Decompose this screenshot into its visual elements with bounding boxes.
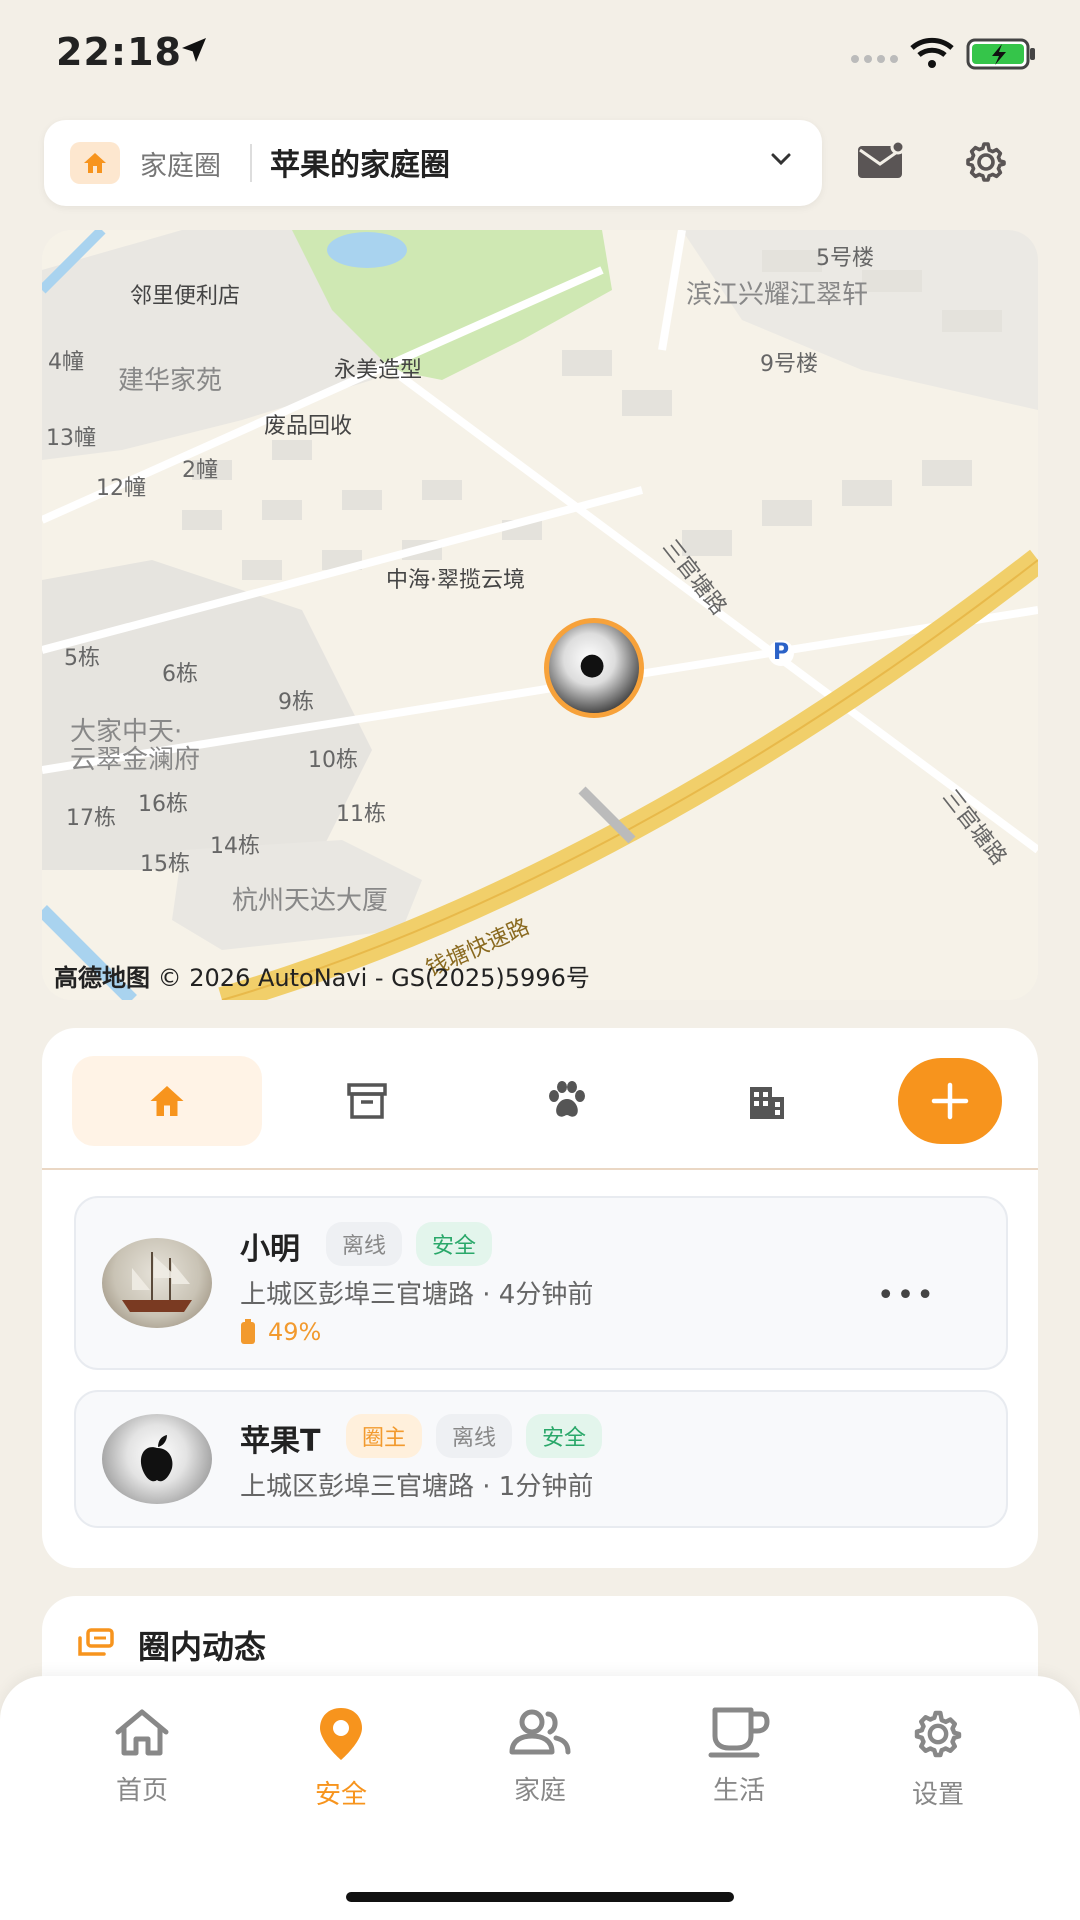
map-label-building: 13幢 xyxy=(46,426,96,451)
member-card[interactable]: 苹果T 圈主 离线 安全 上城区彭埠三官塘路 · 1分钟前 xyxy=(74,1390,1008,1528)
member-name: 苹果T xyxy=(240,1424,321,1459)
nav-label: 设置 xyxy=(911,1780,964,1810)
tab-archive[interactable] xyxy=(272,1056,462,1146)
bottom-nav: 首页 安全 家庭 生活 设置 xyxy=(0,1676,1080,1920)
status-badge: 离线 xyxy=(436,1414,513,1458)
nav-item-life[interactable]: 生活 xyxy=(669,1706,809,1807)
gear-icon xyxy=(914,1710,962,1758)
layers-icon xyxy=(78,1628,114,1656)
map-label-building: 11栋 xyxy=(336,802,386,827)
divider xyxy=(250,144,252,182)
avatar xyxy=(102,1238,212,1328)
avatar xyxy=(102,1414,212,1504)
map-label-store: 邻里便利店 xyxy=(130,284,241,309)
nav-label: 首页 xyxy=(115,1776,168,1806)
circle-type-label: 家庭圈 xyxy=(140,151,221,182)
status-badge: 离线 xyxy=(326,1222,403,1266)
apple-logo-icon xyxy=(140,1435,173,1482)
map-background xyxy=(42,230,1038,1000)
nav-label: 家庭 xyxy=(513,1776,566,1806)
people-icon xyxy=(509,1709,571,1755)
map-label-building: 9栋 xyxy=(278,690,314,715)
tab-home[interactable] xyxy=(72,1056,262,1146)
ship-image xyxy=(122,1252,192,1312)
chevron-down-icon xyxy=(771,153,791,166)
members-card: 小明 离线 安全 上城区彭埠三官塘路 · 4分钟前 49% ••• 苹果T 圈主… xyxy=(42,1028,1038,1568)
cellular-signal-icon xyxy=(851,55,898,63)
paw-icon xyxy=(549,1081,585,1117)
owner-badge: 圈主 xyxy=(346,1414,423,1458)
feed-title: 圈内动态 xyxy=(138,1628,267,1666)
map-label-building: 17栋 xyxy=(66,806,116,831)
map-attribution: 高德地图 © 2026 AutoNavi - GS(2025)5996号 xyxy=(54,958,590,993)
apple-logo-icon: ● xyxy=(579,647,606,682)
circle-name: 苹果的家庭圈 xyxy=(270,148,450,183)
home-icon xyxy=(115,1709,169,1756)
status-badge: 安全 xyxy=(526,1414,603,1458)
more-options-icon[interactable]: ••• xyxy=(877,1278,936,1313)
home-icon xyxy=(150,1086,184,1116)
member-name: 小明 xyxy=(240,1232,300,1267)
map-label-recycle: 废品回收 xyxy=(264,414,353,439)
member-address: 上城区彭埠三官塘路 · 1分钟前 xyxy=(240,1472,594,1502)
map-label-building: 4幢 xyxy=(48,350,84,375)
nav-item-safety[interactable]: 安全 xyxy=(271,1706,411,1811)
battery-icon xyxy=(241,1319,255,1344)
member-battery: 49% xyxy=(240,1318,321,1346)
nav-item-family[interactable]: 家庭 xyxy=(470,1706,610,1807)
map-view[interactable]: 邻里便利店 建华家苑 永美造型 废品回收 4幢 13幢 2幢 12幢 滨江兴耀江… xyxy=(42,230,1038,1000)
map-label-building: 12幢 xyxy=(96,476,146,501)
coffee-cup-icon xyxy=(708,1707,770,1758)
map-label-estate: 滨江兴耀江翠轩 xyxy=(686,280,869,310)
nav-label: 生活 xyxy=(712,1776,765,1806)
status-bar: 22:18 xyxy=(0,0,1080,100)
home-icon xyxy=(70,142,120,184)
member-location-marker[interactable]: ● xyxy=(544,618,644,718)
location-arrow-icon xyxy=(182,38,206,62)
nav-item-home[interactable]: 首页 xyxy=(72,1706,212,1807)
map-label-estate: 建华家苑 xyxy=(118,366,223,396)
circle-selector[interactable]: 家庭圈 苹果的家庭圈 xyxy=(44,120,822,206)
map-label-building: 16栋 xyxy=(138,792,188,817)
map-label-building: 10栋 xyxy=(308,748,358,773)
map-label-building: 15栋 xyxy=(140,852,190,877)
map-label-tower: 杭州天达大厦 xyxy=(232,886,389,916)
tab-pets[interactable] xyxy=(472,1056,662,1146)
member-tags: 离线 安全 xyxy=(326,1222,493,1266)
map-label-building: 9号楼 xyxy=(760,352,818,377)
archive-box-icon xyxy=(347,1083,387,1119)
divider xyxy=(42,1168,1038,1170)
battery-icon xyxy=(966,38,1035,70)
status-badge: 安全 xyxy=(416,1222,493,1266)
amap-logo: 高德地图 xyxy=(54,964,150,992)
home-indicator[interactable] xyxy=(346,1892,734,1902)
map-label-building: 5栋 xyxy=(64,646,100,671)
member-tags: 圈主 离线 安全 xyxy=(346,1414,603,1458)
nav-label: 安全 xyxy=(314,1780,367,1810)
parking-icon: P xyxy=(768,640,794,666)
map-label-estate: 大家中天· 云翠金澜府 xyxy=(70,717,201,775)
battery-level: 49% xyxy=(268,1318,322,1346)
building-icon xyxy=(750,1087,784,1119)
map-copyright: © 2026 AutoNavi - GS(2025)5996号 xyxy=(157,964,590,992)
location-pin-icon xyxy=(320,1708,362,1760)
status-time: 22:18 xyxy=(56,30,182,74)
map-label-building: 2幢 xyxy=(182,458,218,483)
tab-building[interactable] xyxy=(672,1056,862,1146)
wifi-icon xyxy=(910,37,954,68)
plus-icon xyxy=(931,1082,969,1120)
map-label-building: 14栋 xyxy=(210,834,260,859)
gear-icon[interactable] xyxy=(962,138,1010,186)
add-button[interactable] xyxy=(898,1058,1002,1144)
mail-icon[interactable] xyxy=(856,140,906,182)
nav-item-settings[interactable]: 设置 xyxy=(868,1706,1008,1811)
map-label-building: 5号楼 xyxy=(816,246,874,271)
member-address: 上城区彭埠三官塘路 · 4分钟前 xyxy=(240,1280,594,1310)
member-card[interactable]: 小明 离线 安全 上城区彭埠三官塘路 · 4分钟前 49% ••• xyxy=(74,1196,1008,1370)
map-label-salon: 永美造型 xyxy=(334,358,423,383)
map-label-estate: 中海·翠揽云境 xyxy=(386,568,525,593)
map-label-building: 6栋 xyxy=(162,662,198,687)
